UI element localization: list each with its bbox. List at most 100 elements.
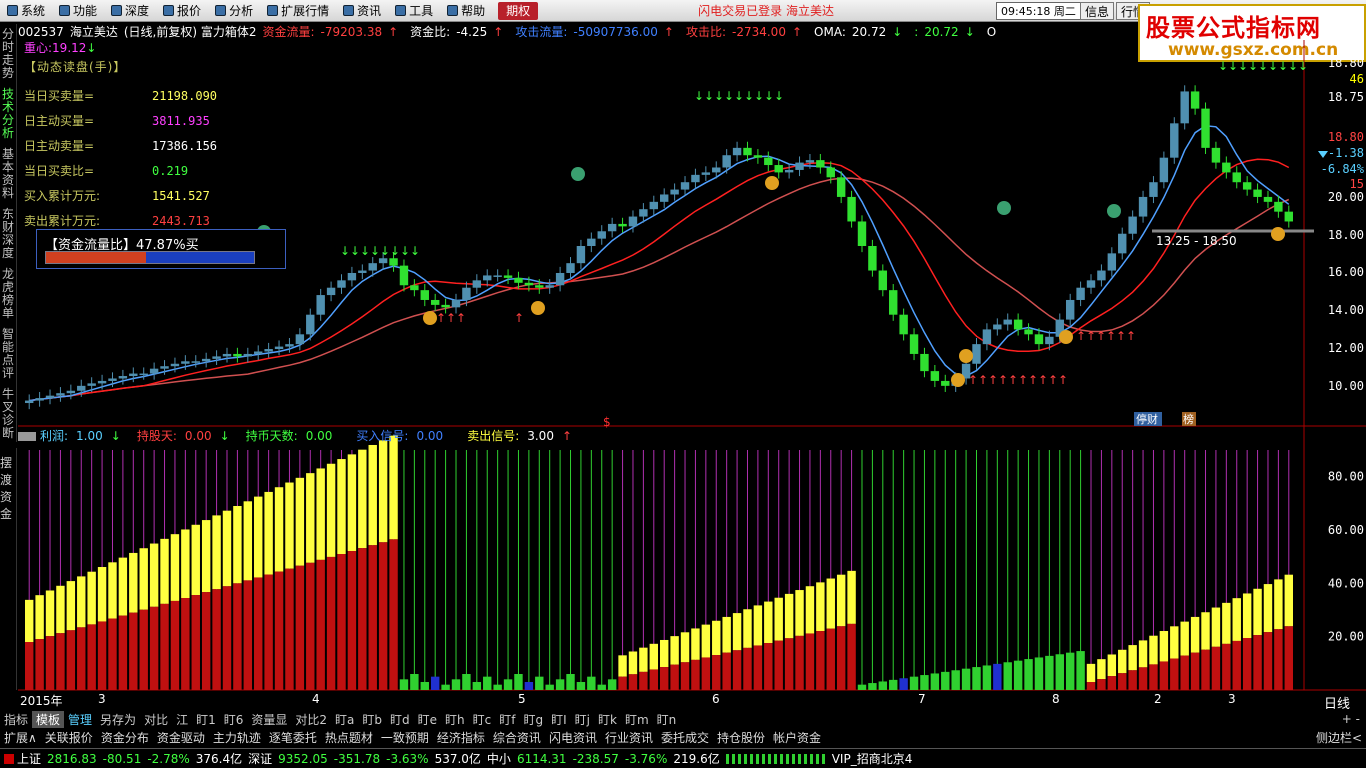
x-tick-label: 5 — [518, 692, 526, 706]
up-arrow-icon: ↑ — [1038, 373, 1048, 387]
yellow-volume-bar — [25, 599, 34, 642]
index-label[interactable]: 中小 — [487, 750, 511, 767]
indicator-tab[interactable]: 盯k — [594, 711, 621, 728]
candle-body — [1086, 280, 1096, 288]
yellow-volume-bar — [1232, 598, 1241, 641]
indicator-info-bar: 002537 海立美达 (日线,前复权) 富力箱体2 资金流量: -79203.38 ↑ 资… — [18, 23, 1020, 39]
function-tab[interactable]: 帐户资金 — [769, 729, 825, 746]
zoom-controls[interactable]: + - — [1338, 712, 1366, 726]
menu-analysis[interactable]: 分析 — [208, 0, 260, 22]
period-label: 期权 — [506, 4, 531, 18]
indicator-tab[interactable]: 盯f — [495, 711, 519, 728]
indicator-tab[interactable]: 盯e — [414, 711, 441, 728]
candle-body — [337, 280, 346, 288]
indicator-tab[interactable]: 资量显 — [247, 711, 291, 728]
x-tick-label: 2015年 — [20, 694, 63, 708]
indicator-tab[interactable]: 模板 — [32, 710, 65, 728]
indicator-tab[interactable]: 江 — [172, 711, 192, 728]
index-value: 2816.83 — [47, 751, 97, 766]
red-volume-bar — [1263, 632, 1273, 690]
function-tab[interactable]: 关联报价 — [41, 729, 97, 746]
indicator-tab[interactable]: 另存为 — [96, 711, 140, 728]
yellow-volume-bar — [764, 601, 773, 644]
yellow-volume-bar — [56, 585, 65, 634]
sidebar-toggle[interactable]: 侧边栏< — [1312, 729, 1366, 746]
sidebar-tab-2[interactable]: 基本资料 — [1, 148, 15, 200]
yellow-volume-bar — [254, 496, 263, 578]
indicator-tab[interactable]: 盯1 — [192, 711, 220, 728]
period-button[interactable]: 期权 — [498, 1, 539, 20]
sidebar-tab-6[interactable]: 牛叉诊断 — [1, 388, 15, 440]
red-volume-bar — [1253, 635, 1262, 690]
red-volume-bar — [243, 580, 253, 690]
red-volume-bar — [191, 595, 200, 690]
indicator-tab[interactable]: 盯d — [386, 711, 414, 728]
menu-depth[interactable]: 深度 — [104, 0, 156, 22]
sidebar-tab-label: 智能点评 — [1, 327, 14, 380]
indicator-tab[interactable]: 盯g — [519, 711, 547, 728]
indicator-tab[interactable]: 对比2 — [291, 711, 331, 728]
candle-body — [836, 177, 846, 197]
red-volume-bar — [1274, 629, 1283, 690]
indicator-tab[interactable]: 盯m — [621, 711, 653, 728]
period-label[interactable]: 日线 — [1324, 693, 1350, 712]
function-tab[interactable]: 热点题材 — [321, 729, 377, 746]
indicator-tab[interactable]: 盯c — [469, 711, 496, 728]
function-tab[interactable]: 行业资讯 — [601, 729, 657, 746]
sidebar-tab-0[interactable]: 分时走势 — [1, 28, 15, 80]
sub-indicator-item: 利润: 1.00 ↓ — [40, 429, 129, 443]
red-volume-bar — [1211, 646, 1221, 690]
center-line: 重心:19.12↓ — [24, 39, 96, 56]
function-tab[interactable]: 经济指标 — [433, 729, 489, 746]
menu-news[interactable]: 资讯 — [336, 0, 388, 22]
candle-body — [764, 157, 773, 166]
indicator-tab[interactable]: 盯n — [653, 711, 681, 728]
red-volume-bar — [285, 568, 294, 690]
info-item-arrow: ↑ — [388, 25, 399, 39]
sub-y-tick-label: 40.00 — [1328, 576, 1364, 590]
function-tab[interactable]: 资金分布 — [97, 729, 153, 746]
candle-body — [712, 167, 721, 173]
sidebar-tab-3[interactable]: 东财深度 — [1, 208, 15, 260]
indicator-tab[interactable]: 管理 — [64, 711, 96, 728]
red-volume-bar — [1149, 664, 1158, 690]
function-tab[interactable]: 资金驱动 — [153, 729, 209, 746]
menu-system[interactable]: 系统 — [0, 0, 52, 22]
indicator-tab[interactable]: 盯b — [358, 711, 386, 728]
function-tab[interactable]: 逐笔委托 — [265, 729, 321, 746]
function-tab[interactable]: 持仓股份 — [713, 729, 769, 746]
indicator-tab[interactable]: 盯I — [547, 711, 571, 728]
sidebar-tab-1[interactable]: 技术分析 — [1, 88, 15, 140]
menu-function[interactable]: 功能 — [52, 0, 104, 22]
menu-tool[interactable]: 工具 — [388, 0, 440, 22]
function-tab[interactable]: 一致预期 — [377, 729, 433, 746]
function-tab[interactable]: 扩展∧ — [0, 729, 41, 746]
indicator-tab[interactable]: 指标 — [0, 711, 32, 728]
caifu-badge-text: 停财 — [1136, 412, 1158, 426]
menu-quote[interactable]: 报价 — [156, 0, 208, 22]
indicator-tab[interactable]: 对比 — [140, 711, 172, 728]
indicator-tab[interactable]: 盯6 — [220, 711, 248, 728]
sub-indicator-label: 持股天: — [136, 429, 177, 443]
index-label[interactable]: 深证 — [248, 750, 272, 767]
menu-ext[interactable]: 扩展行情 — [260, 0, 336, 22]
candle-body — [243, 353, 253, 357]
info-button[interactable]: 信息 — [1080, 2, 1115, 20]
sidebar-tab-5[interactable]: 智能点评 — [1, 328, 15, 380]
yellow-volume-bar — [285, 482, 294, 569]
toggle-icon[interactable] — [18, 432, 36, 441]
y-tick-label: 16.00 — [1328, 265, 1364, 279]
indicator-tab[interactable]: 盯h — [441, 711, 469, 728]
sidebar-tab-fund[interactable]: 摆渡资金 — [0, 454, 16, 522]
index-label[interactable]: 上证 — [17, 750, 41, 767]
indicator-tab[interactable]: 盯j — [571, 711, 594, 728]
function-tab[interactable]: 委托成交 — [657, 729, 713, 746]
yellow-volume-bar — [1107, 654, 1117, 677]
function-tab[interactable]: 综合资讯 — [489, 729, 545, 746]
read-row-label: 卖出累计万元: — [24, 214, 101, 228]
function-tab[interactable]: 闪电资讯 — [545, 729, 601, 746]
indicator-tab[interactable]: 盯a — [331, 711, 358, 728]
menu-help[interactable]: 帮助 — [440, 0, 492, 22]
sidebar-tab-4[interactable]: 龙虎榜单 — [1, 268, 15, 320]
function-tab[interactable]: 主力轨迹 — [209, 729, 265, 746]
